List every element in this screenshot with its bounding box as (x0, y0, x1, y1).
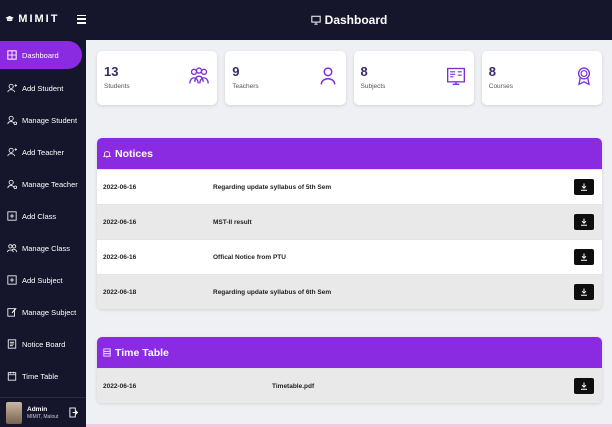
brand-name: MIMIT (18, 13, 60, 25)
user-gear-icon (7, 115, 17, 125)
plus-square-icon (7, 275, 17, 285)
download-button[interactable] (574, 179, 594, 195)
monitor-icon (310, 15, 321, 25)
sidebar-item-label: Manage Teacher (22, 179, 78, 189)
stat-card-subjects[interactable]: 8 Subjects (353, 51, 474, 105)
sidebar-item-label: Add Student (22, 83, 64, 93)
plus-square-icon (7, 211, 17, 221)
download-icon (581, 218, 587, 226)
notice-text: MST-II result (213, 218, 252, 226)
sidebar-item-label: Manage Subject (22, 307, 77, 317)
notice-text: Regarding update syllabus of 6th Sem (213, 288, 332, 296)
table-row: 2022-06-16 Timetable.pdf (97, 368, 602, 403)
user-plus-icon (7, 83, 17, 93)
sidebar-item-dashboard[interactable]: Dashboard (0, 41, 82, 69)
table-row: 2022-06-16 Regarding update syllabus of … (97, 169, 602, 204)
sidebar-nav: Dashboard Add Student Manage Student Add… (0, 41, 86, 392)
sidebar-item-notice-board[interactable]: Notice Board (0, 328, 86, 360)
bell-icon (103, 151, 111, 158)
notice-text: Regarding update syllabus of 5th Sem (213, 183, 332, 191)
sidebar-item-label: Add Subject (22, 275, 63, 285)
timetable-date: 2022-06-16 (103, 382, 137, 390)
award-icon (577, 67, 591, 86)
download-icon (581, 183, 587, 191)
user-plus-icon (7, 147, 17, 157)
menu-toggle-icon[interactable] (77, 14, 86, 24)
table-row: 2022-06-16 MST-II result (97, 204, 602, 239)
sidebar-item-add-teacher[interactable]: Add Teacher (0, 136, 86, 168)
user-info: Admin MIMIT, Malout (27, 406, 58, 420)
notice-text: Offical Notice from PTU (213, 253, 286, 261)
sidebar-item-label: Time Table (22, 371, 59, 381)
download-icon (581, 288, 587, 296)
teacher-icon (320, 67, 335, 85)
notice-date: 2022-06-16 (103, 253, 137, 261)
timetable-header: Time Table (97, 337, 602, 368)
timetable-title: Time Table (115, 346, 169, 359)
logout-icon[interactable] (69, 407, 79, 418)
stat-card-courses[interactable]: 8 Courses (481, 51, 602, 105)
sidebar-item-add-class[interactable]: Add Class (0, 200, 86, 232)
students-icon (189, 67, 210, 84)
graduation-cap-icon (5, 15, 14, 22)
grid-icon (7, 50, 17, 60)
user-gear-icon (7, 179, 17, 189)
timetable-panel: Time Table 2022-06-16 Timetable.pdf (97, 337, 602, 403)
stats-cards: 13 Students 9 Teachers 8 Subjects 8 Cour… (97, 51, 602, 105)
download-icon (581, 253, 587, 261)
sidebar-item-label: Add Teacher (22, 147, 64, 157)
sidebar-item-add-student[interactable]: Add Student (0, 72, 86, 104)
brand: MIMIT (0, 0, 86, 38)
download-button[interactable] (574, 378, 594, 394)
sidebar-item-time-table[interactable]: Time Table (0, 360, 86, 392)
timetable-file[interactable]: Timetable.pdf (272, 383, 314, 390)
notices-list: 2022-06-16 Regarding update syllabus of … (97, 169, 602, 309)
stat-card-students[interactable]: 13 Students (97, 51, 218, 105)
sidebar-item-manage-teacher[interactable]: Manage Teacher (0, 168, 86, 200)
sidebar: MIMIT Dashboard Add Student Manage Stude… (0, 0, 86, 427)
sidebar-item-label: Notice Board (22, 339, 66, 349)
notice-date: 2022-06-16 (103, 183, 137, 191)
sidebar-item-label: Manage Student (22, 115, 78, 125)
notices-title: Notices (115, 147, 153, 160)
download-button[interactable] (574, 214, 594, 230)
topbar: Dashboard (86, 0, 612, 40)
sidebar-item-manage-student[interactable]: Manage Student (0, 104, 86, 136)
sidebar-item-label: Manage Class (22, 243, 70, 253)
notice-date: 2022-06-16 (103, 218, 137, 226)
download-button[interactable] (574, 284, 594, 300)
sidebar-item-manage-subject[interactable]: Manage Subject (0, 296, 86, 328)
user-subtitle: MIMIT, Malout (27, 413, 59, 420)
sidebar-item-label: Add Class (22, 211, 57, 221)
users-icon (7, 244, 17, 253)
user-profile: Admin MIMIT, Malout (0, 397, 86, 427)
avatar (6, 401, 22, 424)
notices-panel: Notices 2022-06-16 Regarding update syll… (97, 138, 602, 309)
board-icon (7, 339, 17, 349)
page-title: Dashboard (324, 13, 388, 27)
table-row: 2022-06-18 Regarding update syllabus of … (97, 274, 602, 309)
download-button[interactable] (574, 249, 594, 265)
calendar-icon (7, 371, 17, 381)
stat-card-teachers[interactable]: 9 Teachers (225, 51, 346, 105)
subjects-icon (446, 67, 465, 85)
sidebar-item-add-subject[interactable]: Add Subject (0, 264, 86, 296)
user-name: Admin (27, 405, 48, 413)
timetable-list: 2022-06-16 Timetable.pdf (97, 368, 602, 403)
notices-header: Notices (97, 138, 602, 169)
edit-icon (7, 307, 17, 317)
table-row: 2022-06-16 Offical Notice from PTU (97, 239, 602, 274)
sidebar-item-manage-class[interactable]: Manage Class (0, 232, 86, 264)
table-icon (103, 348, 111, 357)
download-icon (581, 382, 587, 390)
sidebar-item-label: Dashboard (22, 50, 59, 60)
notice-date: 2022-06-18 (103, 288, 137, 296)
